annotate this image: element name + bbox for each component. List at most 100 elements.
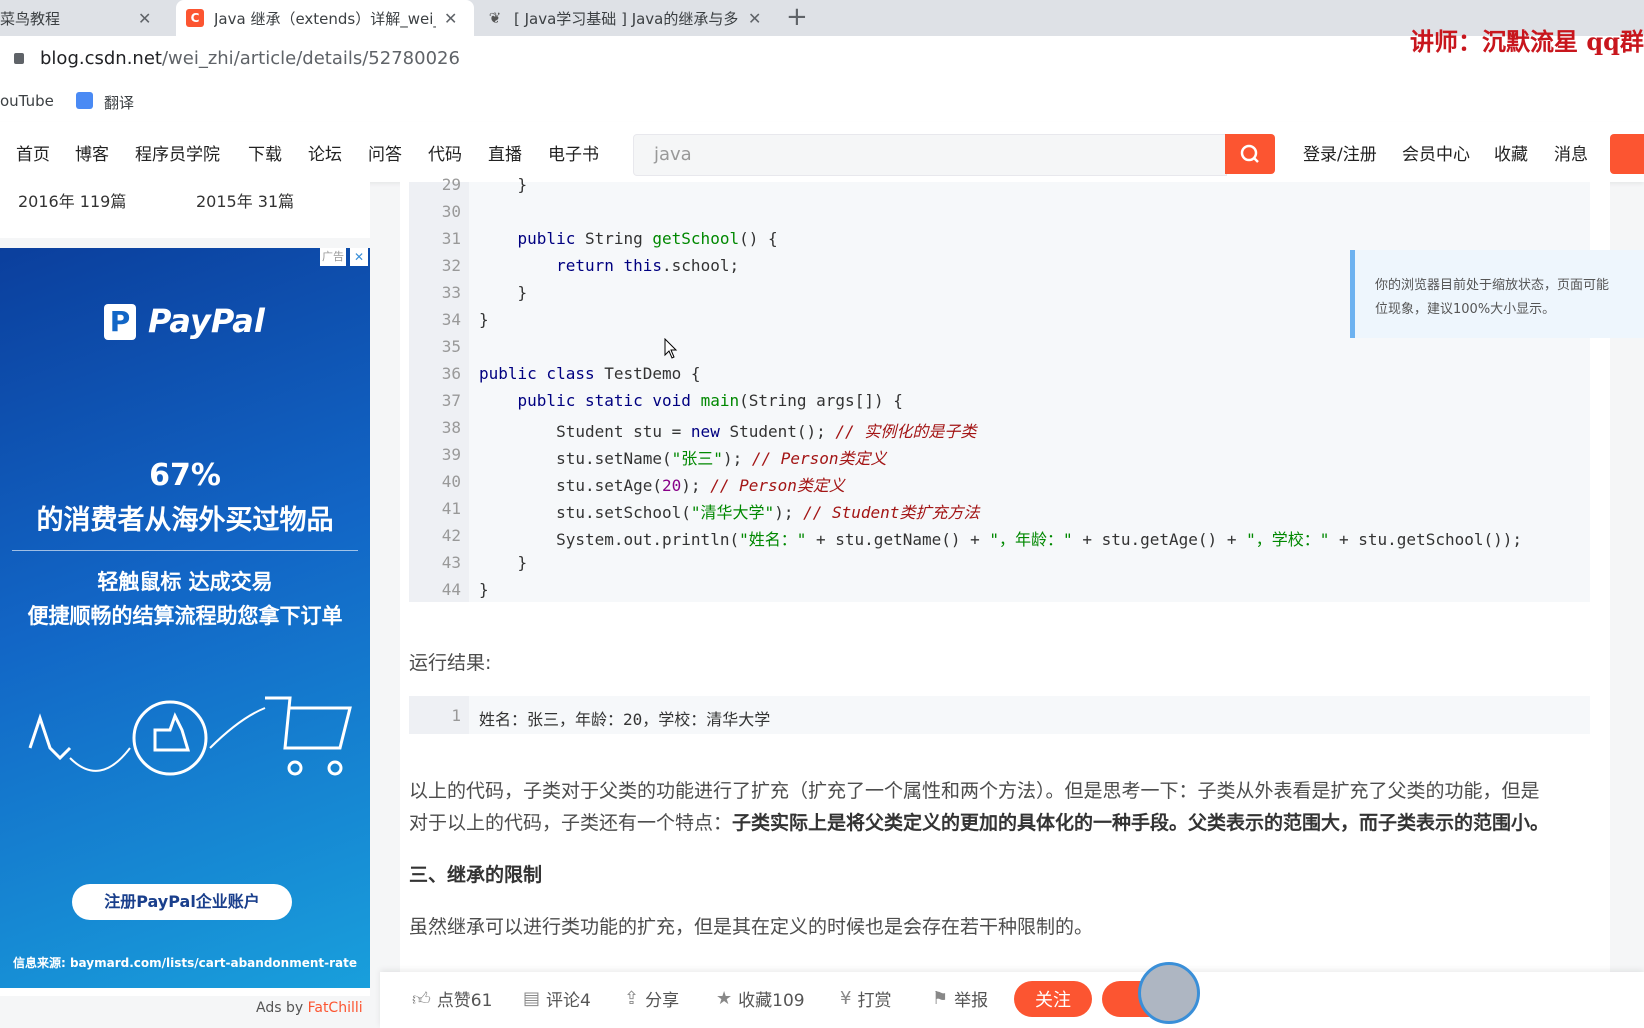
ad-line2: 便捷顺畅的结算流程助您拿下订单 bbox=[27, 604, 343, 628]
nav-item-ebook[interactable]: 电子书 bbox=[548, 140, 599, 165]
code-line-42: System.out.println("姓名：" + stu.getName()… bbox=[479, 530, 1523, 549]
browser-tab-3[interactable]: ❦ [ Java学习基础 ] Java的继承与多 ✕ bbox=[478, 0, 776, 36]
paypal-logo-icon: P bbox=[104, 304, 136, 340]
share-label: 分享 bbox=[645, 991, 680, 1011]
reward-label: 打赏 bbox=[857, 991, 892, 1011]
paragraph-1a: 以上的代码，子类对于父类的功能进行了扩充（扩充了一个属性和两个方法）。但是思考一… bbox=[409, 780, 1540, 802]
code-line-number: 37 bbox=[441, 391, 461, 410]
ad-line1: 轻触鼠标 达成交易 bbox=[97, 570, 273, 594]
zoom-notice: 你的浏览器目前处于缩放状态，页面可能 位现象，建议100%大小显示。 bbox=[1350, 250, 1644, 338]
code-line-number: 38 bbox=[441, 418, 461, 437]
flag-icon: ⚑ bbox=[932, 988, 949, 1009]
new-tab-button[interactable]: + bbox=[786, 2, 808, 32]
ads-by-brand[interactable]: FatChilli bbox=[308, 1000, 363, 1016]
nav-item-download[interactable]: 下载 bbox=[248, 140, 282, 165]
code-line-34: } bbox=[479, 310, 489, 329]
report-button[interactable]: ⚑ 举报 bbox=[932, 986, 988, 1011]
ads-by-text: Ads by bbox=[256, 1000, 304, 1016]
search-icon bbox=[1240, 144, 1259, 163]
ad-percent: 67% bbox=[149, 458, 221, 493]
tab-title: Java 继承（extends）详解_wei_ bbox=[214, 9, 436, 28]
notice-line2: 位现象，建议100%大小显示。 bbox=[1375, 302, 1556, 317]
nav-messages[interactable]: 消息 bbox=[1554, 140, 1588, 165]
code-line-number: 35 bbox=[441, 337, 461, 356]
code-line-36: public class TestDemo { bbox=[479, 364, 701, 383]
bookmark-youtube[interactable]: ouTube bbox=[0, 92, 54, 110]
close-icon[interactable]: ✕ bbox=[444, 9, 457, 28]
code-line-number: 36 bbox=[441, 364, 461, 383]
comment-label: 评论4 bbox=[546, 991, 591, 1011]
paypal-ad[interactable]: 广告 ✕ P PayPal 67% 的消费者从海外买过物品 轻触鼠标 达成交易 … bbox=[0, 248, 370, 996]
result-line-number: 1 bbox=[451, 706, 461, 725]
ad-close-icon[interactable]: ✕ bbox=[350, 248, 368, 266]
favorite-button[interactable]: ★ 收藏109 bbox=[716, 986, 805, 1011]
code-line-38: Student stu = new Student(); // 实例化的是子类 bbox=[479, 422, 977, 441]
follow-button[interactable]: 关注 bbox=[1014, 981, 1092, 1017]
notice-line1: 你的浏览器目前处于缩放状态，页面可能 bbox=[1375, 278, 1610, 293]
code-line-number: 43 bbox=[441, 553, 461, 572]
translate-icon bbox=[76, 92, 93, 109]
search-button[interactable] bbox=[1225, 134, 1275, 174]
archive-2015[interactable]: 2015年 31篇 bbox=[196, 188, 294, 212]
code-line-number: 29 bbox=[441, 175, 461, 194]
code-line-44: } bbox=[479, 580, 489, 599]
close-icon[interactable]: ✕ bbox=[138, 9, 151, 28]
code-line-29: } bbox=[479, 175, 528, 194]
code-line-number: 40 bbox=[441, 472, 461, 491]
paragraph-1b: 对于以上的代码，子类还有一个特点：子类实际上是将父类定义的更加的具体化的一种手段… bbox=[409, 808, 1549, 835]
code-line-number: 42 bbox=[441, 526, 461, 545]
coin-icon: ¥ bbox=[840, 988, 852, 1009]
result-label: 运行结果: bbox=[409, 652, 492, 674]
paragraph-1b-text: 对于以上的代码，子类还有一个特点： bbox=[409, 812, 733, 834]
share-icon: ⇪ bbox=[624, 988, 640, 1009]
url-host: blog.csdn.net bbox=[40, 48, 162, 69]
browser-tab-1[interactable]: 菜鸟教程 ✕ bbox=[0, 0, 170, 36]
ad-footer-strip bbox=[0, 988, 370, 996]
search-input-value: java bbox=[654, 144, 692, 165]
ad-divider bbox=[12, 550, 358, 551]
nav-item-live[interactable]: 直播 bbox=[488, 140, 522, 165]
code-line-33: } bbox=[479, 283, 528, 302]
code-line-number: 31 bbox=[441, 229, 461, 248]
url-text[interactable]: blog.csdn.net/wei_zhi/article/details/52… bbox=[40, 48, 460, 69]
page-favicon-icon: ❦ bbox=[488, 9, 502, 27]
nav-vip-center[interactable]: 会员中心 bbox=[1402, 140, 1470, 165]
nav-item-academy[interactable]: 程序员学院 bbox=[135, 140, 220, 165]
like-label: 点赞61 bbox=[436, 991, 493, 1011]
nav-login[interactable]: 登录/注册 bbox=[1303, 140, 1377, 165]
write-button[interactable] bbox=[1610, 134, 1644, 174]
avatar[interactable] bbox=[1138, 962, 1200, 1024]
share-button[interactable]: ⇪ 分享 bbox=[624, 986, 679, 1011]
csdn-favicon-icon: C bbox=[186, 9, 204, 27]
code-line-number: 41 bbox=[441, 499, 461, 518]
comment-button[interactable]: ▤ 评论4 bbox=[523, 986, 591, 1011]
url-path: /wei_zhi/article/details/52780026 bbox=[161, 48, 460, 69]
close-icon[interactable]: ✕ bbox=[748, 9, 761, 28]
nav-item-forum[interactable]: 论坛 bbox=[308, 140, 342, 165]
bookmarks-bar bbox=[0, 82, 1644, 123]
browser-tab-2-active[interactable]: C Java 继承（extends）详解_wei_ ✕ bbox=[176, 0, 474, 36]
tab-title: [ Java学习基础 ] Java的继承与多 bbox=[514, 9, 739, 28]
star-icon: ★ bbox=[716, 988, 733, 1009]
bookmark-translate[interactable]: 翻译 bbox=[104, 92, 134, 113]
code-line-number: 44 bbox=[441, 580, 461, 599]
ad-source: 信息来源: baymard.com/lists/cart-abandonment… bbox=[12, 956, 357, 970]
nav-item-blog[interactable]: 博客 bbox=[75, 140, 109, 165]
ads-by-label: Ads by FatChilli bbox=[256, 1000, 363, 1016]
nav-favorites[interactable]: 收藏 bbox=[1494, 140, 1528, 165]
nav-item-code[interactable]: 代码 bbox=[428, 140, 462, 165]
section-heading: 三、继承的限制 bbox=[409, 864, 543, 886]
archive-2016[interactable]: 2016年 119篇 bbox=[18, 188, 126, 212]
search-input[interactable] bbox=[633, 134, 1227, 176]
nav-item-qa[interactable]: 问答 bbox=[368, 140, 402, 165]
comment-icon: ▤ bbox=[523, 988, 541, 1009]
code-line-32: return this.school; bbox=[556, 256, 740, 275]
reward-button[interactable]: ¥ 打赏 bbox=[840, 986, 891, 1011]
like-button[interactable]: 👍︎ 点赞61 bbox=[412, 986, 493, 1012]
ad-cta-button[interactable]: 注册PayPal企业账户 bbox=[72, 884, 292, 920]
code-line-number: 30 bbox=[441, 202, 461, 221]
code-line-40: stu.setAge(20); // Person类定义 bbox=[479, 476, 845, 495]
favorite-label: 收藏109 bbox=[738, 991, 805, 1011]
thumbs-up-icon: 👍︎ bbox=[412, 988, 431, 1010]
nav-item-home[interactable]: 首页 bbox=[16, 140, 50, 165]
